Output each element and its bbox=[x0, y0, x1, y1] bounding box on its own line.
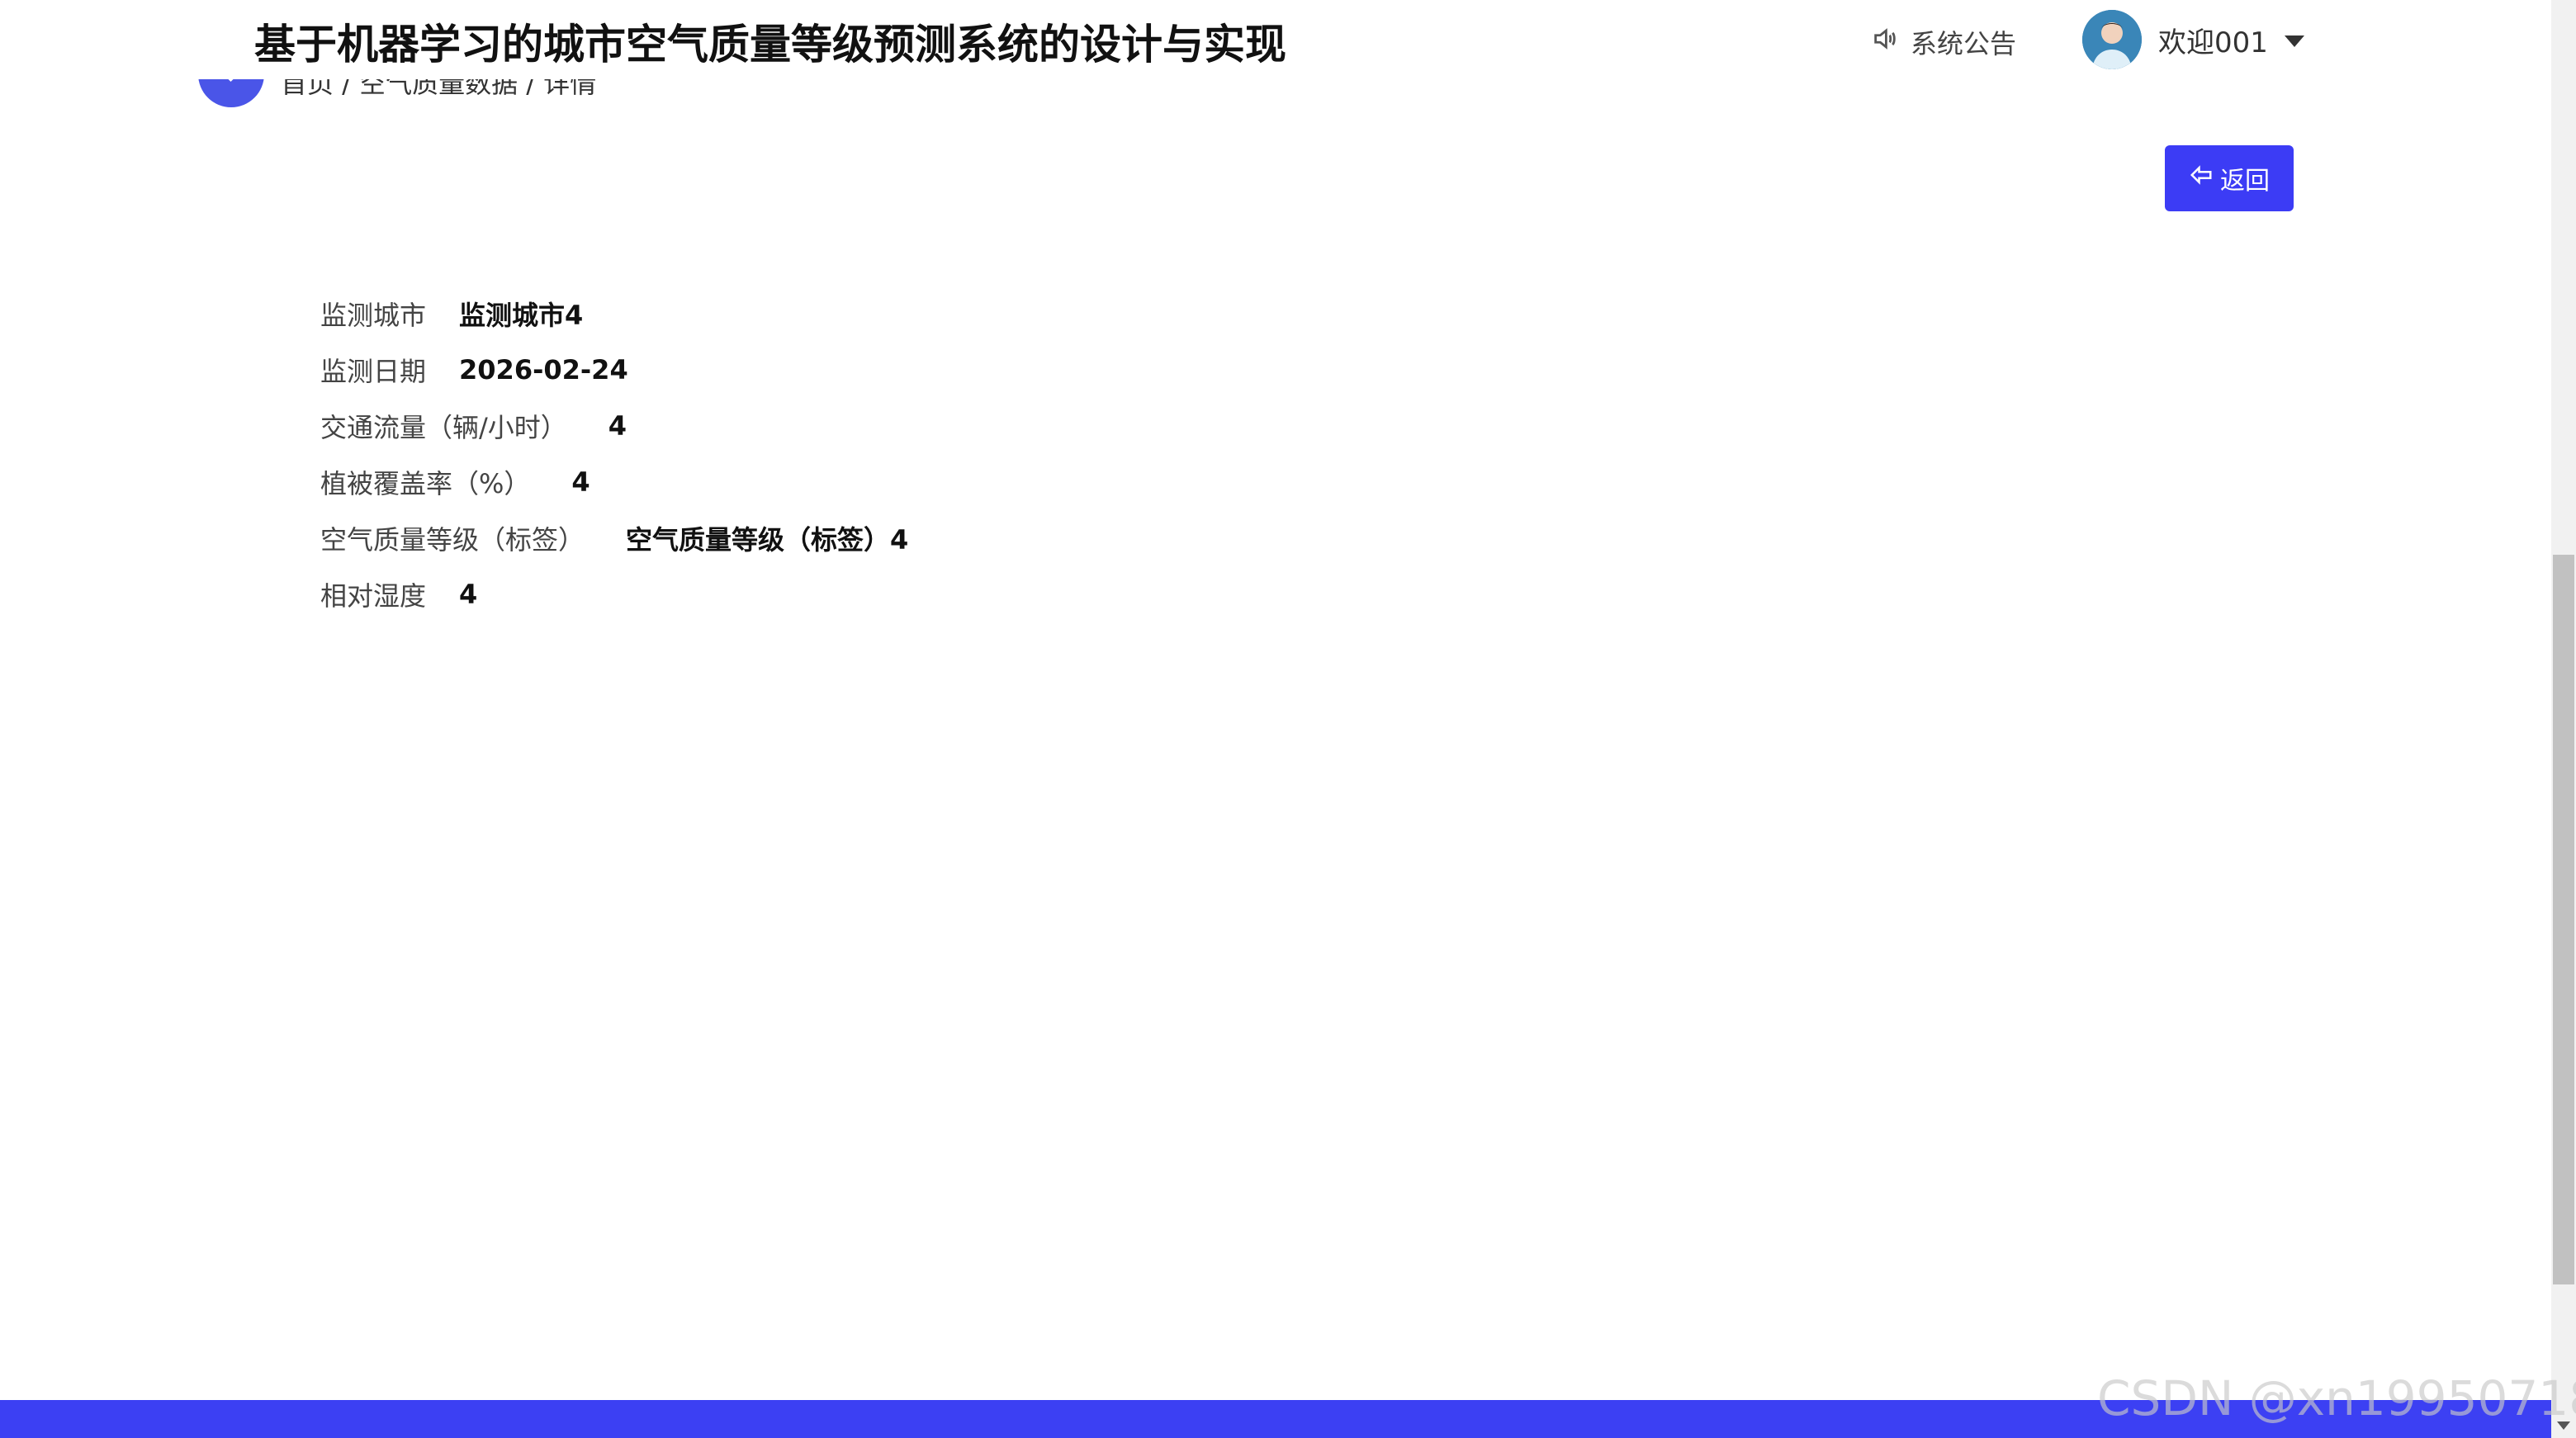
detail-value: 4 bbox=[571, 466, 590, 498]
detail-label: 监测城市 bbox=[320, 300, 427, 331]
arrow-left-icon bbox=[2189, 163, 2214, 194]
detail-label: 相对湿度 bbox=[320, 580, 427, 612]
detail-row-traffic: 交通流量（辆/小时） 4 bbox=[320, 398, 908, 454]
detail-row-city: 监测城市 监测城市4 bbox=[320, 286, 908, 342]
detail-value: 4 bbox=[608, 410, 627, 442]
welcome-text: 欢迎001 bbox=[2158, 26, 2268, 59]
detail-value: 空气质量等级（标签）4 bbox=[626, 524, 909, 556]
detail-row-vegetation: 植被覆盖率（%） 4 bbox=[320, 454, 908, 510]
top-header: 基于机器学习的城市空气质量等级预测系统的设计与实现 系统公告 欢迎001 bbox=[0, 0, 2551, 79]
detail-row-date: 监测日期 2026-02-24 bbox=[320, 342, 908, 398]
watermark: CSDN @xn19950718 bbox=[2097, 1370, 2576, 1426]
back-button[interactable]: 返回 bbox=[2165, 145, 2294, 211]
detail-label: 监测日期 bbox=[320, 356, 427, 387]
back-button-label: 返回 bbox=[2220, 167, 2270, 196]
detail-value: 监测城市4 bbox=[459, 300, 584, 331]
detail-label: 空气质量等级（标签） bbox=[320, 524, 585, 556]
user-menu[interactable]: 欢迎001 bbox=[2082, 10, 2304, 69]
detail-value: 2026-02-24 bbox=[459, 354, 628, 386]
detail-list: 监测城市 监测城市4 监测日期 2026-02-24 交通流量（辆/小时） 4 … bbox=[320, 286, 908, 622]
site-title: 基于机器学习的城市空气质量等级预测系统的设计与实现 bbox=[254, 21, 1286, 69]
avatar[interactable] bbox=[2082, 10, 2142, 69]
system-notice-label: 系统公告 bbox=[1911, 28, 2017, 59]
detail-value: 4 bbox=[459, 579, 478, 610]
speaker-icon bbox=[1871, 25, 1899, 59]
caret-down-icon[interactable] bbox=[2284, 35, 2304, 47]
detail-label: 交通流量（辆/小时） bbox=[320, 412, 567, 443]
detail-row-humidity: 相对湿度 4 bbox=[320, 566, 908, 622]
detail-row-aqi-level: 空气质量等级（标签） 空气质量等级（标签）4 bbox=[320, 510, 908, 566]
system-notice-link[interactable]: 系统公告 bbox=[1871, 23, 2016, 61]
scrollbar-thumb[interactable] bbox=[2553, 555, 2574, 1284]
vertical-scrollbar[interactable] bbox=[2551, 0, 2576, 1438]
detail-label: 植被覆盖率（%） bbox=[320, 468, 531, 499]
